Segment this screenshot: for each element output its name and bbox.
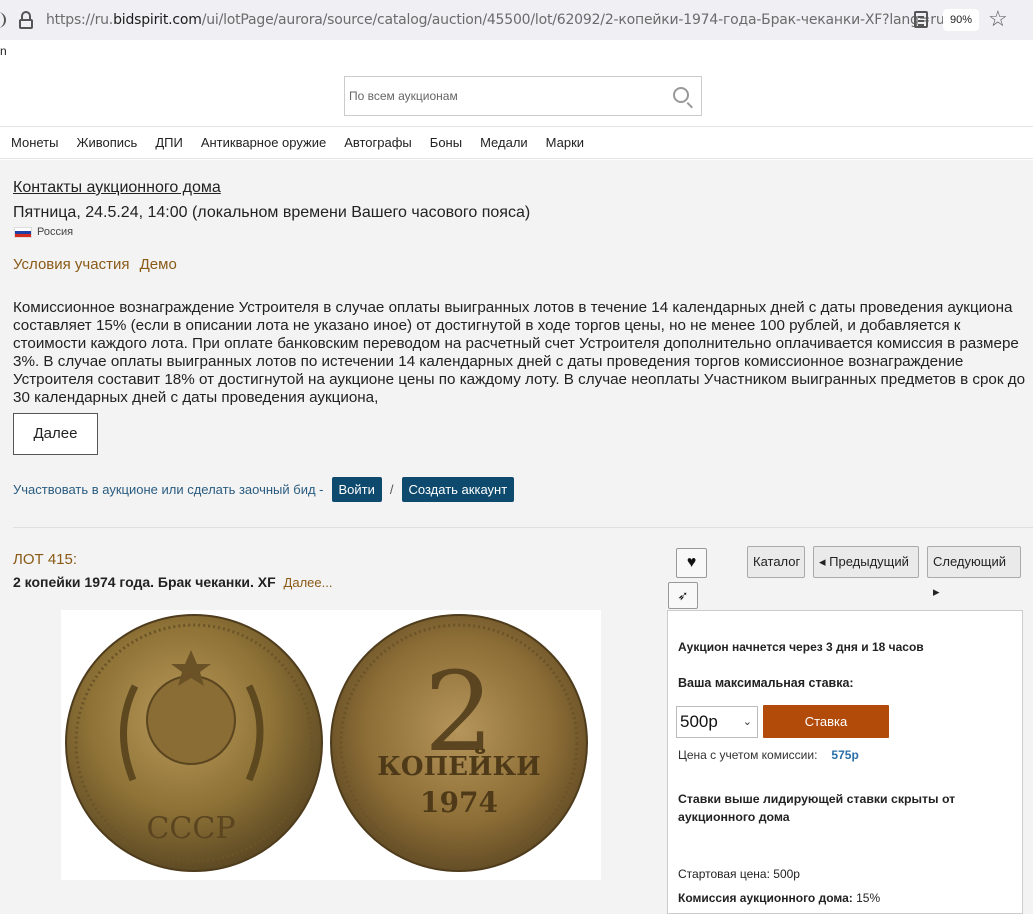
address-bar[interactable]: https://ru.bidspirit.com/ui/lotPage/auro… [46, 12, 945, 28]
reader-view-icon[interactable] [914, 11, 928, 28]
search-input[interactable] [345, 77, 645, 115]
nav-item-stamps[interactable]: Марки [546, 135, 584, 150]
separator: / [389, 482, 394, 497]
auction-house-contacts-link[interactable]: Контакты аукционного дома [13, 179, 221, 197]
conditions-links: Условия участия Демо [13, 256, 183, 273]
auction-date: Пятница, 24.5.24, 14:00 (локальном време… [13, 204, 531, 221]
category-nav: Монеты Живопись ДПИ Антикварное оружие А… [0, 126, 1033, 159]
rocket-icon[interactable]: ➶ [668, 582, 698, 609]
coin-country-text: СССР [146, 811, 235, 846]
next-lot-button[interactable]: Следующий ▸ [927, 546, 1021, 599]
coin-photo: СССР 2 КОПЕЙКИ 1974 [13, 610, 649, 880]
auction-start-countdown: Аукцион начнется через 3 дня и 18 часов [678, 640, 924, 654]
search-box [344, 76, 702, 116]
nav-item-painting[interactable]: Живопись [76, 135, 137, 150]
catalog-button[interactable]: Каталог [747, 546, 805, 578]
lot-more-link[interactable]: Далее... [284, 575, 333, 590]
bookmark-star-icon[interactable]: ☆ [988, 6, 1008, 32]
favorite-heart-icon[interactable]: ♥ [676, 548, 707, 578]
bid-panel: Аукцион начнется через 3 дня и 18 часов … [667, 610, 1023, 914]
country-label: Россия [37, 226, 74, 238]
coin-year-text: 1974 [420, 786, 498, 819]
commission-label: Комиссия аукционного дома: [678, 891, 853, 905]
russia-flag-icon [14, 226, 32, 238]
commission-value: 15% [856, 891, 881, 905]
lot-title-text: 2 копейки 1974 года. Брак чеканки. XF [13, 574, 276, 590]
chevron-down-icon: ⌄ [742, 716, 752, 728]
price-label: Цена с учетом комиссии: [678, 748, 818, 762]
browser-toolbar: https://ru.bidspirit.com/ui/lotPage/auro… [0, 0, 1033, 40]
clipped-text: n [0, 44, 7, 58]
hidden-bids-note: Ставки выше лидирующей ставки скрыты от … [678, 792, 956, 824]
place-bid-button[interactable]: Ставка [763, 705, 889, 738]
more-button[interactable]: Далее [13, 413, 98, 455]
create-account-button[interactable]: Создать аккаунт [401, 477, 515, 502]
participation-conditions-link[interactable]: Условия участия [13, 256, 129, 273]
zoom-indicator[interactable]: 90% [943, 9, 979, 31]
back-edge-icon[interactable] [0, 12, 6, 28]
login-button[interactable]: Войти [331, 477, 382, 502]
country: Россия [14, 226, 73, 238]
auction-house-commission: Комиссия аукционного дома: 15% [678, 891, 880, 905]
bid-amount-select[interactable]: 500р ⌄ [676, 706, 758, 738]
previous-lot-button[interactable]: ◂ Предыдущий [813, 546, 919, 578]
nav-item-autographs[interactable]: Автографы [344, 135, 412, 150]
commission-description: Комиссионное вознаграждение Устроителя в… [13, 299, 1026, 407]
lot-title: 2 копейки 1974 года. Брак чеканки. XF Да… [13, 574, 332, 590]
participate-row: Участвовать в аукционе или сделать заочн… [13, 477, 515, 502]
nav-item-medals[interactable]: Медали [480, 135, 528, 150]
nav-item-banknotes[interactable]: Боны [430, 135, 462, 150]
chevron-left-icon: ◂ [819, 554, 830, 569]
nav-item-coins[interactable]: Монеты [11, 135, 58, 150]
main-content: Контакты аукционного дома Пятница, 24.5.… [0, 160, 1033, 914]
price-value: 575р [831, 748, 859, 762]
participate-text: Участвовать в аукционе или сделать заочн… [13, 482, 324, 497]
lot-image[interactable]: СССР 2 КОПЕЙКИ 1974 [13, 610, 649, 880]
coin-denomination-text: КОПЕЙКИ [377, 749, 540, 782]
demo-link[interactable]: Демо [140, 256, 177, 273]
previous-label: Предыдущий [829, 554, 909, 569]
nav-item-dpi[interactable]: ДПИ [155, 135, 183, 150]
divider [13, 527, 1033, 528]
price-with-commission: Цена с учетом комиссии: 575р [678, 748, 859, 762]
next-label: Следующий [933, 554, 1006, 569]
lock-icon[interactable] [18, 11, 34, 29]
lot-number: ЛОТ 415: [13, 551, 78, 568]
bid-amount-value: 500р [680, 712, 718, 731]
chevron-right-icon: ▸ [933, 584, 940, 599]
start-price: Стартовая цена: 500р [678, 867, 800, 881]
nav-item-antique-weapons[interactable]: Антикварное оружие [201, 135, 326, 150]
search-icon[interactable] [673, 87, 689, 103]
max-bid-label: Ваша максимальная ставка: [678, 676, 854, 690]
